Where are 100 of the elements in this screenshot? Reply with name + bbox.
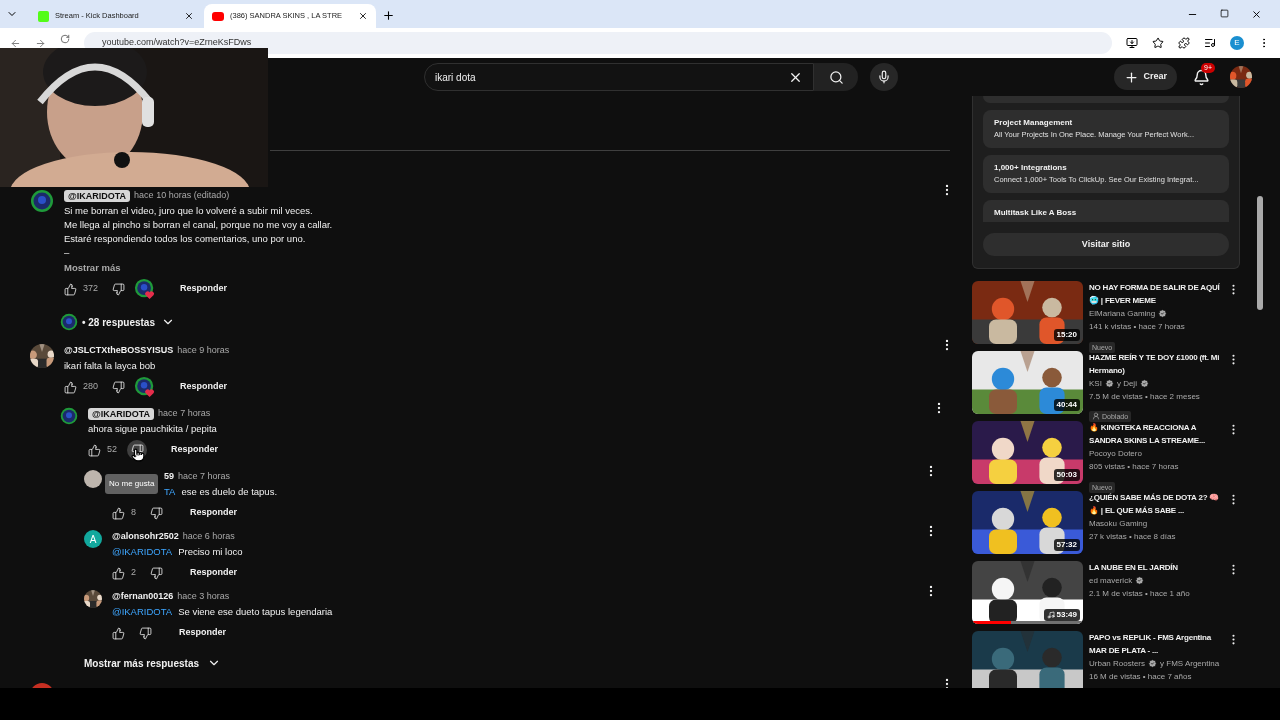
verified-icon <box>1104 379 1114 388</box>
like-icon[interactable] <box>64 282 77 296</box>
comment-text: Si me borran el video, juro que lo volveré a subir mil veces. <box>64 204 313 218</box>
new-tab-icon[interactable] <box>382 9 395 22</box>
comment-text: Preciso mi loco <box>178 545 243 559</box>
author-name[interactable]: @fernan00126 <box>112 590 174 604</box>
channel-name[interactable]: Masoku Gaming <box>1089 517 1148 530</box>
like-icon[interactable] <box>112 566 125 580</box>
url-field[interactable]: youtube.com/watch?v=eZrneKsFDws <box>84 32 1112 54</box>
video-title[interactable]: HAZME REÍR Y TE DOY £1000 (ft. Mi Hermano) <box>1089 351 1221 377</box>
channel-name[interactable]: KSI <box>1089 377 1102 390</box>
scrollbar-thumb[interactable] <box>1257 196 1263 310</box>
mention-link[interactable]: TA <box>164 485 176 499</box>
author-name[interactable]: @IKARIDOTA <box>64 190 131 202</box>
media-icon[interactable] <box>1204 37 1216 49</box>
comment-text: ese es duelo de tapus. <box>181 485 278 499</box>
author-name[interactable]: @JSLCTXtheBOSSYISUS <box>64 344 174 358</box>
author-name[interactable]: @IKARIDOTA <box>88 408 155 420</box>
comment-time: hace 10 horas (editado) <box>134 189 230 203</box>
video-title[interactable]: LA NUBE EN EL JARDÍN <box>1089 561 1221 574</box>
bookmark-icon[interactable] <box>1152 37 1164 49</box>
visit-site-button[interactable]: Visitar sitio <box>983 233 1229 256</box>
comment-time: hace 7 horas <box>158 407 211 421</box>
like-count: 372 <box>83 282 99 296</box>
search-field[interactable]: ikari dota <box>424 63 814 91</box>
reply-button[interactable]: Responder <box>176 378 232 396</box>
video-meta: 2.1 M de vistas • hace 1 año <box>1089 588 1191 600</box>
duration-badge: 40:44 <box>1053 399 1080 411</box>
video-meta: 7.5 M de vistas • hace 2 meses <box>1089 391 1201 403</box>
cursor-icon <box>131 448 145 462</box>
mention-link[interactable]: @IKARIDOTA <box>112 545 173 559</box>
video-title[interactable]: PAPO vs REPLIK - FMS Argentina MAR DE PLATA - ... <box>1089 631 1221 657</box>
reply-button[interactable]: Responder <box>186 564 242 582</box>
plus-icon <box>1124 69 1140 85</box>
show-more-link[interactable]: Mostrar más <box>64 261 944 275</box>
video-title[interactable]: NO HAY FORMA DE SALIR DE AQUÍ 🥶 | FEVER MEME <box>1089 281 1221 307</box>
video-title[interactable]: 🔥 KINGTEKA REACCIONA A SANDRA SKINS LA STREAME... <box>1089 421 1221 447</box>
author-name[interactable]: 59 <box>164 470 174 484</box>
like-icon[interactable] <box>112 626 125 640</box>
reply-button[interactable]: Responder <box>186 504 242 522</box>
tooltip: No me gusta <box>105 474 159 494</box>
comment-text: Me llega al pincho si borran el canal, porque no me voy a callar. <box>64 218 333 232</box>
forward-icon[interactable] <box>35 37 46 49</box>
video-title[interactable]: ¿QUIÉN SABE MÁS DE DOTA 2? 🧠 🔥 | EL QUE MÁS SABE ... <box>1089 491 1221 517</box>
search-icon <box>828 69 844 85</box>
mention-link[interactable]: @IKARIDOTA <box>112 605 173 619</box>
close-tab-icon[interactable] <box>358 11 368 21</box>
channel-name[interactable]: Pocoyo Dotero <box>1089 447 1142 460</box>
extensions-icon[interactable] <box>1178 37 1190 49</box>
maximize-icon[interactable] <box>1220 9 1229 18</box>
verified-icon <box>1135 576 1145 585</box>
like-icon[interactable] <box>64 380 77 394</box>
channel-name[interactable]: y FMS Argentina <box>1160 657 1220 670</box>
reload-icon[interactable] <box>60 34 70 44</box>
more-replies-button[interactable]: Mostrar más respuestas <box>84 655 222 671</box>
reply-button[interactable]: Responder <box>176 280 232 298</box>
video-meta: 141 k vistas • hace 7 horas <box>1089 321 1186 333</box>
reply-button[interactable]: Responder <box>167 441 223 459</box>
avatar: A <box>84 530 102 548</box>
like-count: 2 <box>131 566 136 580</box>
duration-badge: 15:20 <box>1053 329 1080 341</box>
video-meta: 805 vistas • hace 7 horas <box>1089 461 1180 473</box>
channel-name[interactable]: y Deji <box>1116 377 1137 390</box>
replies-toggle[interactable]: • 28 respuestas <box>82 314 175 330</box>
like-count: 52 <box>107 443 117 457</box>
install-icon[interactable] <box>1126 37 1138 49</box>
like-count: 280 <box>83 380 99 394</box>
reply-button[interactable]: Responder <box>175 624 230 642</box>
voice-search-button[interactable] <box>870 63 898 91</box>
profile-avatar[interactable]: E <box>1230 36 1244 50</box>
search-button[interactable] <box>814 63 858 91</box>
duration-badge: 50:03 <box>1053 469 1080 481</box>
verified-icon <box>1158 309 1168 318</box>
comment-text: Estaré respondiendo todos los comentarios, uno por uno. <box>64 232 306 246</box>
channel-name[interactable]: ed maverick <box>1089 574 1133 587</box>
close-window-icon[interactable] <box>1251 9 1262 20</box>
channel-name[interactable]: ElMariana Gaming <box>1089 307 1156 320</box>
ad-link-card[interactable]: Multitask Like A Boss <box>983 200 1229 222</box>
duration-badge: 53:49 <box>1043 609 1080 621</box>
like-icon[interactable] <box>112 506 125 520</box>
dubbed-icon <box>1092 412 1100 420</box>
mic-icon <box>877 70 891 84</box>
comment-time: hace 6 horas <box>182 530 235 544</box>
comment-time: hace 7 horas <box>178 470 231 484</box>
notifications-icon[interactable] <box>1193 68 1210 86</box>
like-icon[interactable] <box>88 443 101 457</box>
verified-icon <box>1139 379 1149 388</box>
kick-icon <box>38 10 49 22</box>
close-tab-icon[interactable] <box>184 11 194 21</box>
avatar-icon <box>60 407 78 425</box>
create-button[interactable]: Crear <box>1114 64 1177 90</box>
comment-time: hace 3 horas <box>177 590 230 604</box>
comment-text: Se viene ese dueto tapus legendaria <box>178 605 333 619</box>
duration-badge: 57:32 <box>1053 539 1080 551</box>
comment-text: ikari falta la layca bob <box>64 359 156 373</box>
channel-name[interactable]: Urban Roosters <box>1089 657 1146 670</box>
avatar-icon <box>60 313 78 331</box>
back-icon[interactable] <box>10 37 21 49</box>
author-name[interactable]: @alonsohr2502 <box>112 530 179 544</box>
like-count: 8 <box>131 506 136 520</box>
